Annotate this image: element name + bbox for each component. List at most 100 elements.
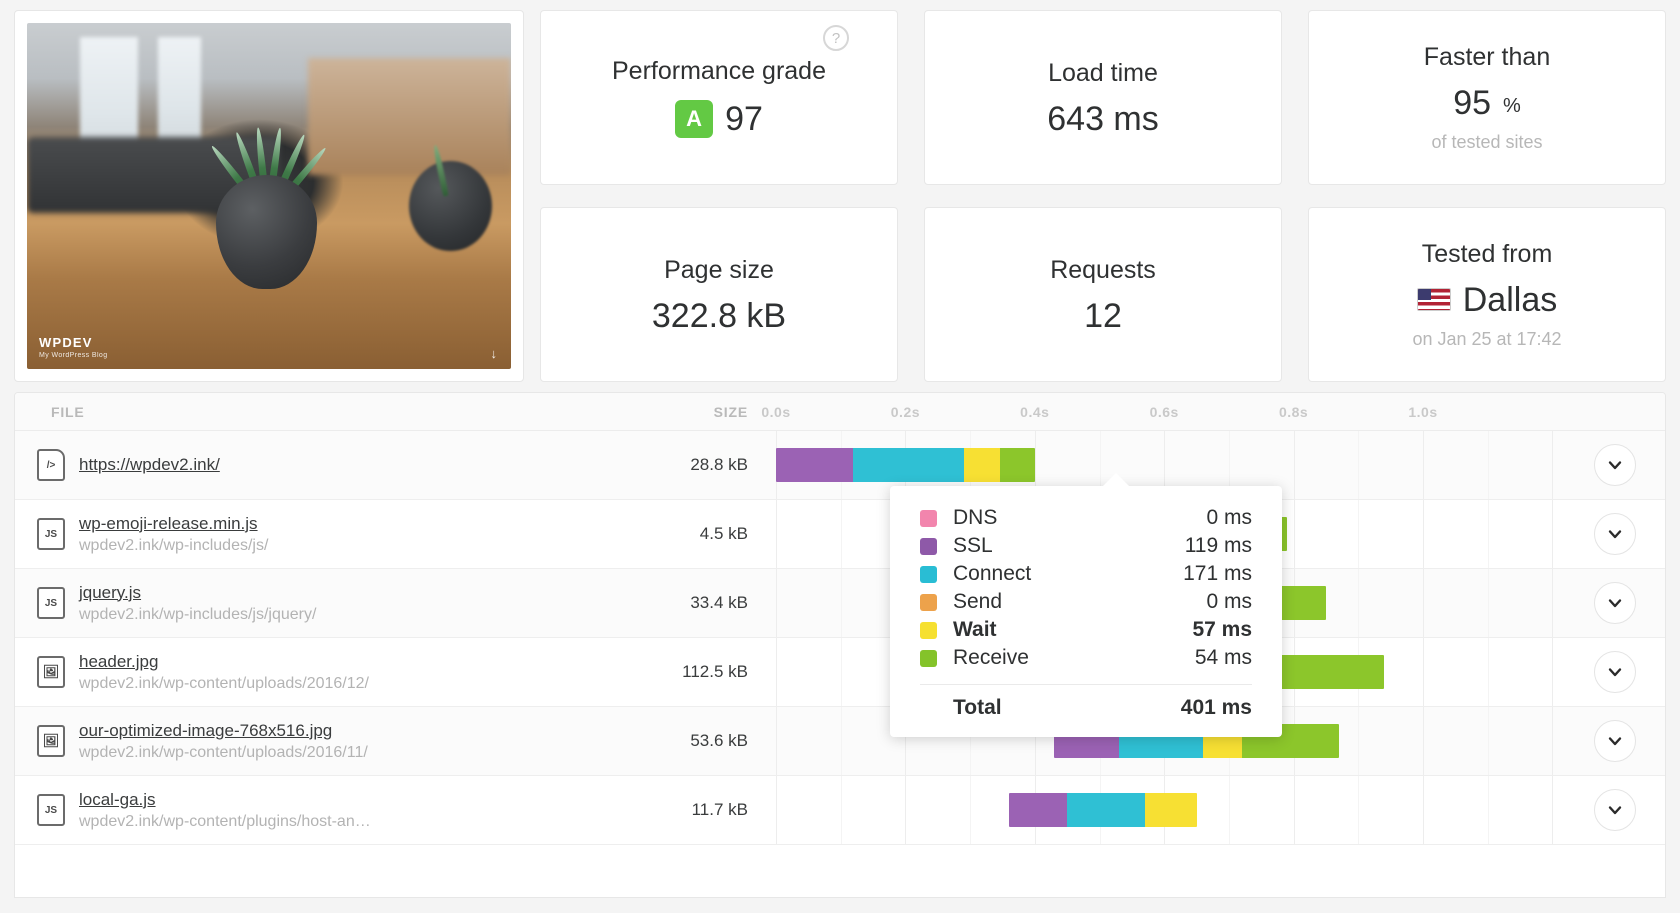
card-title: Performance grade [611,57,826,85]
tooltip-phase-label: Wait [953,618,997,641]
axis-tick-label: 0.4s [1020,403,1050,420]
tooltip-color-swatch [920,621,937,639]
file-name-link[interactable]: local-ga.js [79,790,371,810]
axis-tick-label: 0.8s [1278,403,1309,420]
us-flag-icon [1416,288,1451,311]
cell-size: 11.7 kB [691,800,748,819]
plant-pot [215,175,318,290]
watermark-subtitle: My WordPress Blog [39,352,108,359]
request-bar[interactable] [776,448,1036,482]
tooltip-row: Send 0 ms [920,588,1252,616]
table-row[interactable]: JS jquery.js wpdev2.ink/wp-includes/js/jqu… [15,569,1665,638]
tooltip-total-label: Total [953,696,1002,719]
file-path: wpdev2.ink/wp-content/plugins/host-an… [79,812,371,830]
decor-pot-back [409,161,492,252]
card-faster-than: Faster than 95 % of tested sites [1308,10,1666,185]
tooltip-phase-label: Receive [953,646,1029,669]
page-screenshot-thumbnail[interactable]: WPDEV My WordPress Blog ↓ [27,23,511,369]
tooltip-color-swatch [920,593,937,611]
grade-badge: A [675,100,714,138]
bar-segment-wait[interactable] [1144,793,1197,827]
tooltip-phase-value: 57 ms [1192,618,1252,641]
card-title: Tested from [1421,239,1553,268]
stat-cards-grid: ? Performance grade A 97 Load time 643 m… [540,10,1666,382]
faster-than-number: 95 [1453,83,1492,122]
js-file-icon: JS [37,794,65,826]
bar-segment-ssl[interactable] [776,448,853,482]
tooltip-row: Wait 57 ms [920,616,1252,644]
page-thumbnail-card: WPDEV My WordPress Blog ↓ [14,10,524,382]
bar-segment-wait[interactable] [963,448,1001,482]
card-tested-from: Tested from Dallas on Jan 25 at 17:42 [1308,207,1666,382]
tooltip-color-swatch [920,537,937,555]
js-file-icon: JS [37,587,65,619]
cell-expand [1565,776,1665,844]
file-meta: local-ga.js wpdev2.ink/wp-content/plugins… [79,790,371,831]
request-bar[interactable] [1008,793,1197,827]
html-file-icon: /> [37,449,65,481]
cell-file: JS local-ga.js wpdev2.ink/wp-content/plugi… [15,776,600,844]
file-name-link[interactable]: https://wpdev2.ink/ [79,455,220,475]
file-name-link[interactable]: wp-emoji-release.min.js [79,514,268,534]
cell-expand [1565,638,1665,706]
axis-tick-label: 1.0s [1408,403,1438,420]
waterfall-table: FILE SIZE 0.0s 0.2s 0.4s 0.6s 0.8s 1.0s /> htt… [14,392,1666,898]
file-meta: https://wpdev2.ink/ [79,455,220,475]
card-value: 12 [1084,297,1122,335]
cell-size: 33.4 kB [690,593,748,612]
file-name-link[interactable]: our-optimized-image-768x516.jpg [79,721,368,741]
table-body: /> https://wpdev2.ink/28.8 kB JS wp-emoji-r… [15,431,1665,845]
cell-expand [1565,569,1665,637]
table-row[interactable]: /> https://wpdev2.ink/28.8 kB [15,431,1665,500]
tooltip-color-swatch [920,649,937,667]
chevron-down-icon[interactable] [1594,789,1636,831]
tooltip-phase-value: 0 ms [1206,590,1252,613]
tooltip-phase-value: 54 ms [1194,646,1252,669]
table-row[interactable]: 🖼 our-optimized-image-768x516.jpg wpdev2.i… [15,707,1665,776]
table-row[interactable]: JS local-ga.js wpdev2.ink/wp-content/plugi… [15,776,1665,845]
tooltip-phase-label: Send [953,590,1003,613]
axis-tick-label: 0.2s [890,403,921,420]
card-value: 95 % [1453,86,1521,120]
watermark-title: WPDEV [39,335,93,350]
chevron-down-icon[interactable] [1594,651,1636,693]
card-title: Page size [664,256,774,284]
file-meta: wp-emoji-release.min.js wpdev2.ink/wp-inc… [79,514,268,555]
cell-expand [1565,431,1665,499]
help-icon[interactable]: ? [823,25,849,51]
card-requests: Requests 12 [924,207,1282,382]
file-path: wpdev2.ink/wp-includes/js/ [79,536,269,554]
cell-file: 🖼 header.jpg wpdev2.ink/wp-content/uploads… [15,638,600,706]
chevron-down-icon[interactable] [1594,513,1636,555]
card-subtitle: on Jan 25 at 17:42 [1412,328,1562,349]
table-row[interactable]: JS wp-emoji-release.min.js wpdev2.ink/wp-i… [15,500,1665,569]
bar-segment-connect[interactable] [852,448,964,482]
card-title: Faster than [1423,42,1551,71]
cell-size: 53.6 kB [690,731,748,750]
card-value: 322.8 kB [651,297,787,335]
bar-segment-receive[interactable] [1000,448,1036,482]
card-performance-grade: ? Performance grade A 97 [540,10,898,185]
cell-expand [1565,707,1665,775]
chevron-down-icon[interactable] [1594,582,1636,624]
grade-score: 97 [725,100,763,138]
cell-size: 112.5 kB [682,662,748,681]
summary-section: WPDEV My WordPress Blog ↓ ? Performance … [0,0,1680,392]
tooltip-phase-value: 171 ms [1183,562,1252,585]
js-file-icon: JS [37,518,65,550]
table-row[interactable]: 🖼 header.jpg wpdev2.ink/wp-content/uploads… [15,638,1665,707]
bar-segment-connect[interactable] [1067,793,1145,827]
image-file-icon: 🖼 [37,656,65,688]
chevron-down-icon[interactable] [1594,444,1636,486]
file-name-link[interactable]: jquery.js [79,583,316,603]
file-name-link[interactable]: header.jpg [79,652,369,672]
bar-segment-ssl[interactable] [1008,793,1068,827]
axis-tick-label: 0.6s [1149,403,1179,420]
card-title: Requests [1050,256,1156,284]
tooltip-row: Receive 54 ms [920,644,1252,672]
card-load-time: Load time 643 ms [924,10,1282,185]
chevron-down-icon[interactable] [1594,720,1636,762]
cell-file: /> https://wpdev2.ink/ [15,431,600,499]
tooltip-total-row: Total 401 ms [920,693,1252,723]
card-title: Load time [1048,59,1158,87]
